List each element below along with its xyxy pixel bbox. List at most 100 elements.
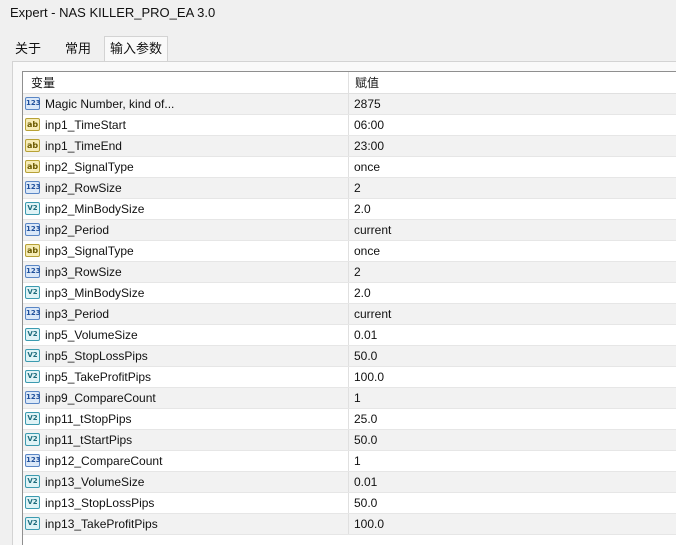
parameter-value[interactable]: 2 — [354, 262, 672, 282]
parameter-value[interactable]: 50.0 — [354, 346, 672, 366]
column-divider — [348, 136, 349, 156]
parameter-row[interactable]: 123 inp3_RowSize 2 — [23, 262, 676, 283]
parameter-name: inp3_MinBodySize — [45, 286, 145, 300]
parameter-row[interactable]: 123 Magic Number, kind of... 2875 — [23, 94, 676, 115]
parameter-row[interactable]: V2 inp11_tStopPips 25.0 — [23, 409, 676, 430]
parameter-name: inp1_TimeStart — [45, 118, 126, 132]
parameter-value[interactable]: 50.0 — [354, 493, 672, 513]
integer-type-icon: 123 — [25, 181, 41, 194]
integer-type-icon: 123 — [25, 265, 41, 278]
parameter-row[interactable]: V2 inp3_MinBodySize 2.0 — [23, 283, 676, 304]
integer-type-icon: 123 — [25, 391, 41, 404]
parameter-name: inp3_Period — [45, 307, 110, 321]
parameter-value[interactable]: 0.01 — [354, 325, 672, 345]
parameter-value[interactable]: current — [354, 220, 672, 240]
parameter-row[interactable]: ab inp3_SignalType once — [23, 241, 676, 262]
double-type-icon: V2 — [25, 496, 40, 509]
parameter-value[interactable]: 2.0 — [354, 199, 672, 219]
parameter-name: inp2_Period — [45, 223, 110, 237]
column-divider — [348, 514, 349, 534]
parameters-grid: 变量 赋值 123 Magic Number, kind of... 2875 ab i… — [22, 71, 676, 545]
tab-common[interactable]: 常用 — [56, 38, 100, 61]
parameter-name: inp2_SignalType — [45, 160, 134, 174]
string-type-icon: ab — [25, 139, 40, 152]
parameter-value[interactable]: 50.0 — [354, 430, 672, 450]
parameter-value[interactable]: 2875 — [354, 94, 672, 114]
column-divider — [348, 451, 349, 471]
parameter-row[interactable]: ab inp2_SignalType once — [23, 157, 676, 178]
expert-window: Expert - NAS KILLER_PRO_EA 3.0 关于 常用 输入参… — [0, 0, 676, 545]
parameter-name: inp13_VolumeSize — [45, 475, 145, 489]
parameter-row[interactable]: V2 inp5_StopLossPips 50.0 — [23, 346, 676, 367]
parameter-row[interactable]: V2 inp13_StopLossPips 50.0 — [23, 493, 676, 514]
column-divider — [348, 283, 349, 303]
parameter-value[interactable]: 2 — [354, 178, 672, 198]
double-type-icon: V2 — [25, 433, 40, 446]
parameter-name: inp11_tStopPips — [45, 412, 132, 426]
integer-type-icon: 123 — [25, 97, 41, 110]
parameter-name: inp5_TakeProfitPips — [45, 370, 152, 384]
parameter-row[interactable]: 123 inp9_CompareCount 1 — [23, 388, 676, 409]
grid-header: 变量 赋值 — [23, 72, 676, 94]
parameter-row[interactable]: ab inp1_TimeEnd 23:00 — [23, 136, 676, 157]
parameter-row[interactable]: 123 inp2_RowSize 2 — [23, 178, 676, 199]
parameter-rows: 123 Magic Number, kind of... 2875 ab inp1_Ti… — [23, 94, 676, 535]
parameter-value[interactable]: 1 — [354, 451, 672, 471]
parameter-value[interactable]: 0.01 — [354, 472, 672, 492]
parameter-value[interactable]: 1 — [354, 388, 672, 408]
parameter-name: inp2_RowSize — [45, 181, 122, 195]
parameter-row[interactable]: 123 inp2_Period current — [23, 220, 676, 241]
column-divider — [348, 157, 349, 177]
parameter-row[interactable]: V2 inp13_TakeProfitPips 100.0 — [23, 514, 676, 535]
string-type-icon: ab — [25, 160, 40, 173]
parameter-value[interactable]: once — [354, 157, 672, 177]
integer-type-icon: 123 — [25, 307, 41, 320]
string-type-icon: ab — [25, 118, 40, 131]
parameter-row[interactable]: 123 inp12_CompareCount 1 — [23, 451, 676, 472]
double-type-icon: V2 — [25, 202, 40, 215]
parameter-value[interactable]: 06:00 — [354, 115, 672, 135]
parameter-row[interactable]: V2 inp13_VolumeSize 0.01 — [23, 472, 676, 493]
parameter-value[interactable]: 25.0 — [354, 409, 672, 429]
column-divider — [348, 199, 349, 219]
parameter-value[interactable]: current — [354, 304, 672, 324]
double-type-icon: V2 — [25, 286, 40, 299]
column-divider — [348, 472, 349, 492]
parameter-value[interactable]: 100.0 — [354, 514, 672, 534]
parameter-name: inp1_TimeEnd — [45, 139, 122, 153]
parameter-name: inp3_SignalType — [45, 244, 134, 258]
tab-content: 变量 赋值 123 Magic Number, kind of... 2875 ab i… — [12, 61, 676, 545]
parameter-value[interactable]: 100.0 — [354, 367, 672, 387]
parameter-row[interactable]: V2 inp2_MinBodySize 2.0 — [23, 199, 676, 220]
column-divider — [348, 409, 349, 429]
parameter-row[interactable]: ab inp1_TimeStart 06:00 — [23, 115, 676, 136]
parameter-value[interactable]: 2.0 — [354, 283, 672, 303]
double-type-icon: V2 — [25, 349, 40, 362]
double-type-icon: V2 — [25, 328, 40, 341]
column-divider — [348, 346, 349, 366]
parameter-name: inp9_CompareCount — [45, 391, 156, 405]
parameter-name: inp5_VolumeSize — [45, 328, 138, 342]
integer-type-icon: 123 — [25, 223, 41, 236]
parameter-name: inp5_StopLossPips — [45, 349, 148, 363]
column-divider — [348, 304, 349, 324]
parameter-row[interactable]: V2 inp5_TakeProfitPips 100.0 — [23, 367, 676, 388]
column-header-value[interactable]: 赋值 — [348, 72, 676, 93]
parameter-name: inp13_TakeProfitPips — [45, 517, 158, 531]
parameter-value[interactable]: 23:00 — [354, 136, 672, 156]
parameter-row[interactable]: V2 inp11_tStartPips 50.0 — [23, 430, 676, 451]
column-divider — [348, 262, 349, 282]
column-header-variable[interactable]: 变量 — [23, 72, 347, 93]
parameter-row[interactable]: 123 inp3_Period current — [23, 304, 676, 325]
parameter-name: inp12_CompareCount — [45, 454, 163, 468]
parameter-value[interactable]: once — [354, 241, 672, 261]
parameter-row[interactable]: V2 inp5_VolumeSize 0.01 — [23, 325, 676, 346]
parameter-name: inp11_tStartPips — [45, 433, 133, 447]
column-divider — [348, 367, 349, 387]
integer-type-icon: 123 — [25, 454, 41, 467]
tab-inputs[interactable]: 输入参数 — [104, 36, 168, 61]
double-type-icon: V2 — [25, 412, 40, 425]
title-bar[interactable]: Expert - NAS KILLER_PRO_EA 3.0 — [0, 0, 676, 26]
parameter-name: Magic Number, kind of... — [45, 97, 175, 111]
tab-about[interactable]: 关于 — [8, 38, 48, 61]
